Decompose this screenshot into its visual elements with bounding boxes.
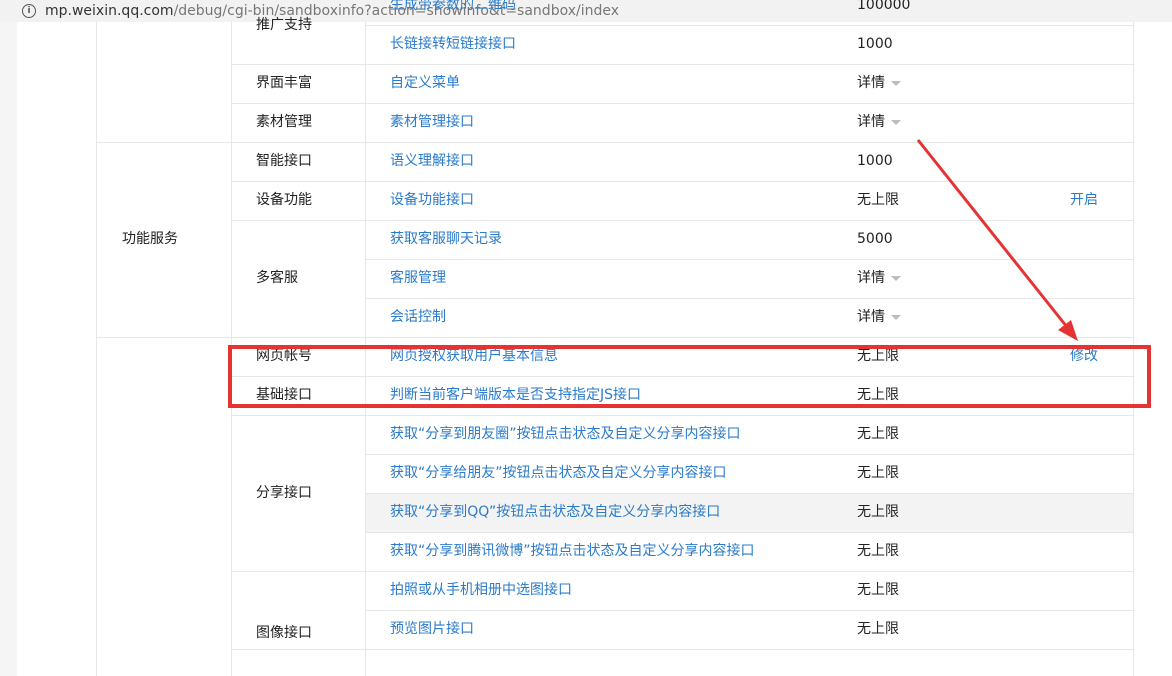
arrow-head <box>1058 320 1078 341</box>
arrow-shaft <box>916 139 1069 328</box>
red-arrow <box>916 139 1078 341</box>
